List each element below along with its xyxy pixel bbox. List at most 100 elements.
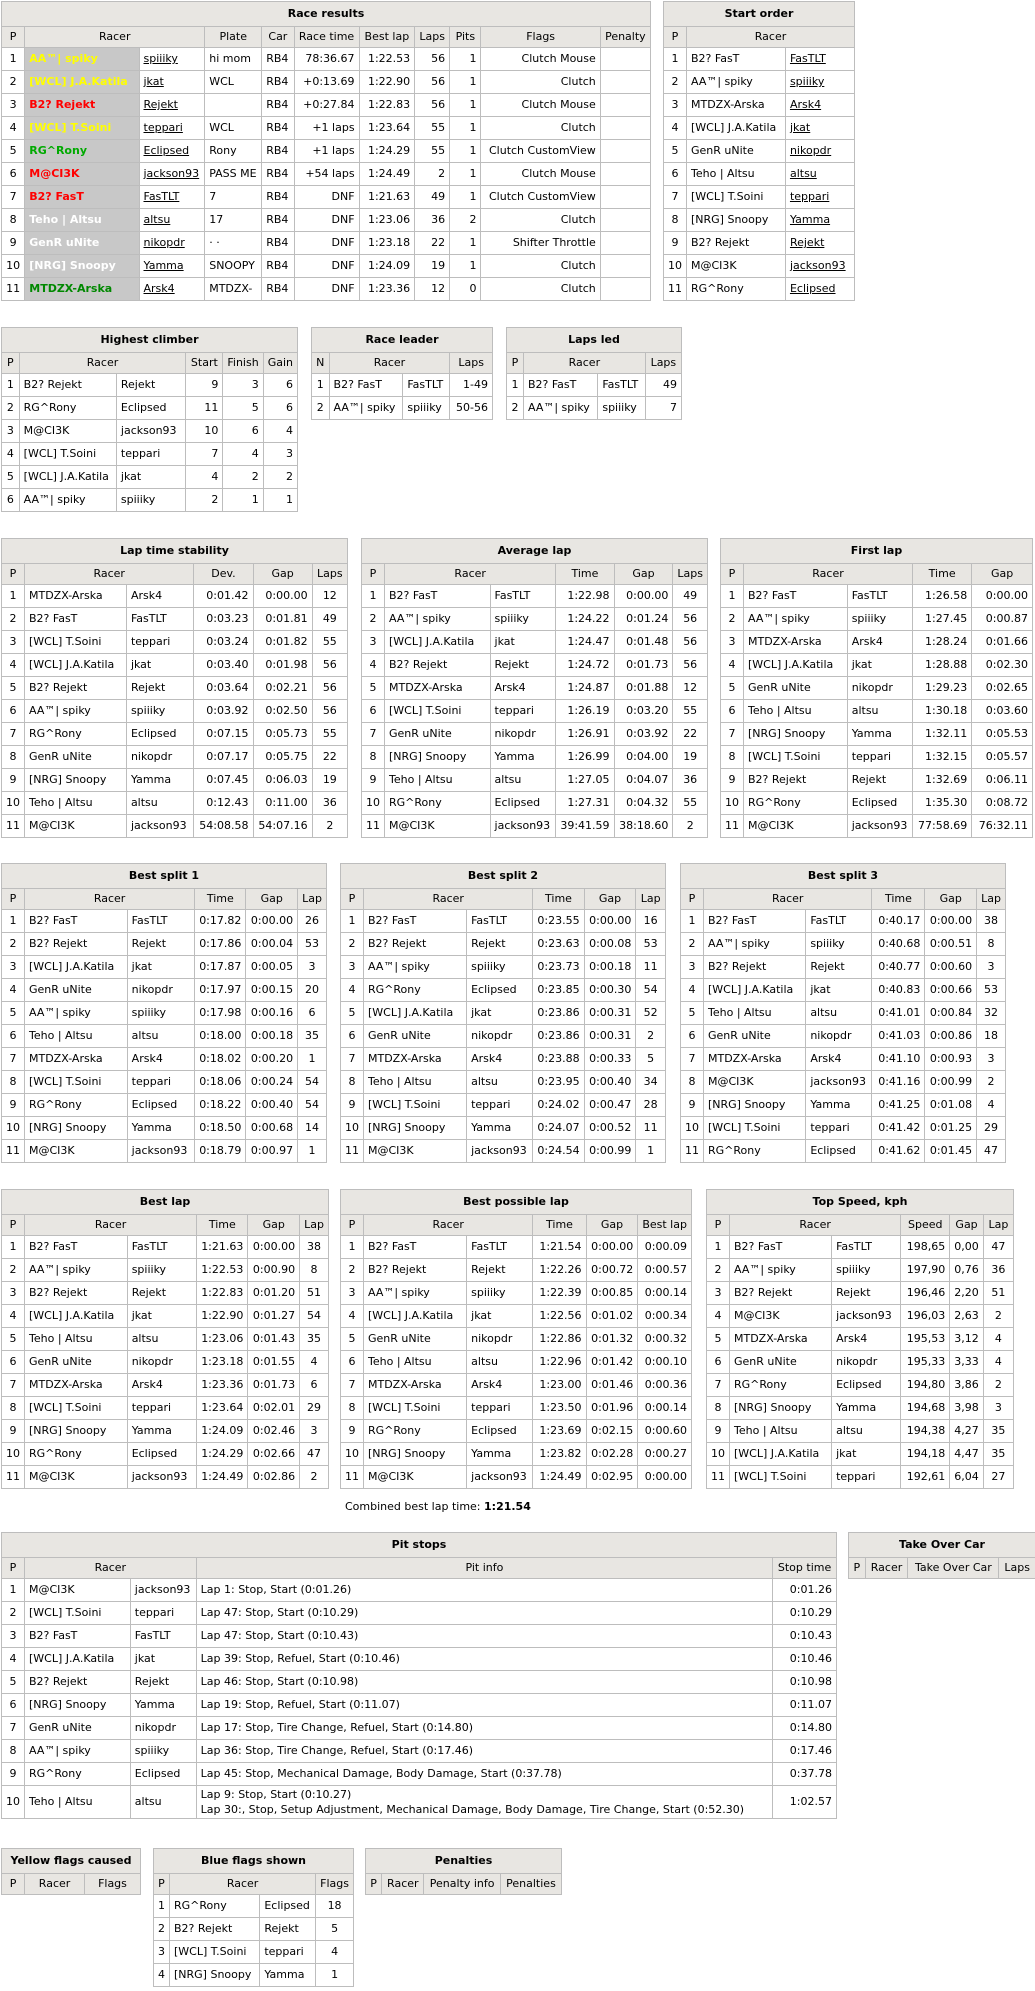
table-row: 3 [WCL] J.A.Katila jkat 0:17.87 0:00.05 3 bbox=[1, 955, 327, 979]
value-cell: 0:03.60 bbox=[971, 699, 1033, 723]
racer-profile-link[interactable]: teppari bbox=[790, 190, 829, 203]
racer-username[interactable]: teppari bbox=[138, 116, 206, 140]
racer-username[interactable]: Rejekt bbox=[138, 93, 206, 117]
racer-profile-link[interactable]: FasTLT bbox=[790, 52, 826, 65]
table-row: 6 Teho | Altsu altsu 1:30.18 0:03.60 bbox=[720, 699, 1033, 723]
racer-name: M@CI3K bbox=[24, 1465, 128, 1489]
table-row: 2 AA™| spiky spiiiky 7 bbox=[506, 396, 683, 420]
value-cell: 6 bbox=[222, 419, 264, 443]
best-lap-cell: 1:23.36 bbox=[358, 277, 416, 301]
stop-time-cell: 0:10.98 bbox=[772, 1670, 837, 1694]
table-row: 3 B2? Rejekt Rejekt 1:22.83 0:01.20 51 bbox=[1, 1281, 329, 1305]
value-cell: 2 bbox=[222, 465, 264, 489]
racer-profile-link[interactable]: altsu bbox=[144, 213, 171, 226]
position-cell: 8 bbox=[1, 1396, 25, 1420]
value-cell: 54:08.58 bbox=[193, 814, 254, 838]
value-cell: 0:00.30 bbox=[583, 978, 637, 1002]
value-cell: 0:23.86 bbox=[532, 1024, 585, 1048]
best-split-3-table: Best split 3 P Racer Time Gap Lap 1 B2? FasT Fas… bbox=[680, 863, 1006, 1163]
racer-name: MTDZX-Arska bbox=[362, 1373, 468, 1397]
racer-username[interactable]: Arsk4 bbox=[784, 93, 856, 117]
racer-username[interactable]: FasTLT bbox=[138, 185, 206, 209]
position-cell: 5 bbox=[340, 1001, 364, 1025]
racer-profile-link[interactable]: jackson93 bbox=[144, 167, 200, 180]
racer-username: jkat bbox=[115, 465, 187, 489]
racer-profile-link[interactable]: spiiiky bbox=[144, 52, 178, 65]
racer-username[interactable]: Rejekt bbox=[784, 231, 856, 255]
racer-profile-link[interactable]: spiiiky bbox=[790, 75, 824, 88]
racer-username[interactable]: FasTLT bbox=[784, 47, 856, 71]
position-cell: 1 bbox=[0, 47, 26, 71]
best-split-1-table: Best split 1 P Racer Time Gap Lap 1 B2? FasT Fas… bbox=[1, 863, 327, 1163]
racer-username[interactable]: Eclipsed bbox=[138, 139, 206, 163]
racer-username: teppari bbox=[126, 1070, 196, 1094]
laps-led-header: P Racer Laps bbox=[506, 352, 683, 374]
racer-profile-link[interactable]: Eclipsed bbox=[144, 144, 190, 157]
racer-username[interactable]: Arsk4 bbox=[138, 277, 206, 301]
racer-username[interactable]: altsu bbox=[784, 162, 856, 186]
racer-profile-link[interactable]: altsu bbox=[790, 167, 817, 180]
value-cell: 0:01.32 bbox=[585, 1327, 639, 1351]
racer-name: MTDZX-Arska bbox=[702, 1047, 807, 1071]
laps-cell: 19 bbox=[414, 254, 451, 278]
value-cell: 1 bbox=[222, 488, 264, 512]
racer-username: Yamma bbox=[466, 1442, 534, 1466]
racer-profile-link[interactable]: teppari bbox=[144, 121, 183, 134]
racer-username: spiiiky bbox=[129, 1739, 197, 1763]
table-row: 9 RG^Rony Eclipsed 0:18.22 0:00.40 54 bbox=[1, 1093, 327, 1117]
racer-profile-link[interactable]: jkat bbox=[144, 75, 164, 88]
racer-name: [WCL] T.Soini bbox=[18, 442, 117, 466]
value-cell: 38 bbox=[976, 909, 1006, 933]
racer-profile-link[interactable]: nikopdr bbox=[144, 236, 185, 249]
racer-username[interactable]: Eclipsed bbox=[784, 277, 856, 301]
racer-profile-link[interactable]: Eclipsed bbox=[790, 282, 836, 295]
racer-username: Eclipsed bbox=[805, 1139, 873, 1163]
racer-profile-link[interactable]: Yamma bbox=[790, 213, 830, 226]
racer-username[interactable]: teppari bbox=[784, 185, 856, 209]
first-lap-table: First lap P Racer Time Gap 1 B2? FasT FasTLT 1:2… bbox=[720, 538, 1033, 838]
racer-profile-link[interactable]: Arsk4 bbox=[790, 98, 821, 111]
racer-username: nikopdr bbox=[489, 722, 557, 746]
racer-username[interactable]: spiiiky bbox=[784, 70, 856, 94]
best-possible-lap-title: Best possible lap bbox=[340, 1189, 692, 1215]
col-laps: Laps bbox=[672, 563, 708, 585]
racer-profile-link[interactable]: Yamma bbox=[144, 259, 184, 272]
table-row: 9 RG^Rony Eclipsed Lap 45: Stop, Mechanical… bbox=[1, 1762, 837, 1786]
value-cell: 1:28.88 bbox=[912, 653, 973, 677]
value-cell: 1:24.29 bbox=[196, 1442, 249, 1466]
racer-name: Teho | Altsu bbox=[384, 768, 491, 792]
value-cell: 4,27 bbox=[949, 1419, 984, 1443]
racer-username: altsu bbox=[126, 1327, 198, 1351]
racer-username[interactable]: jackson93 bbox=[784, 254, 856, 278]
racer-username[interactable]: jackson93 bbox=[138, 162, 206, 186]
racer-username[interactable]: nikopdr bbox=[138, 231, 206, 255]
racer-username[interactable]: Yamma bbox=[138, 254, 206, 278]
position-cell: 9 bbox=[1, 1419, 25, 1443]
top-speed-title: Top Speed, kph bbox=[706, 1189, 1014, 1215]
racer-name: AA™| spiky bbox=[384, 607, 491, 631]
highest-climber-table: Highest climber P Racer Start Finish Gain 1 B2?… bbox=[1, 327, 299, 512]
racer-profile-link[interactable]: Rejekt bbox=[144, 98, 178, 111]
racer-profile-link[interactable]: Arsk4 bbox=[144, 282, 175, 295]
racer-username[interactable]: Yamma bbox=[784, 208, 856, 232]
racer-profile-link[interactable]: jackson93 bbox=[790, 259, 846, 272]
racer-name: B2? Rejekt bbox=[362, 932, 468, 956]
car-cell: RB4 bbox=[261, 47, 295, 71]
position-cell: 10 bbox=[1, 791, 25, 815]
position-cell: 9 bbox=[1, 1093, 25, 1117]
racer-profile-link[interactable]: nikopdr bbox=[790, 144, 831, 157]
racer-username[interactable]: spiiiky bbox=[138, 47, 206, 71]
racer-profile-link[interactable]: Rejekt bbox=[790, 236, 824, 249]
value-cell: 0:00.31 bbox=[583, 1024, 637, 1048]
racer-profile-link[interactable]: FasTLT bbox=[144, 190, 180, 203]
racer-profile-link[interactable]: jkat bbox=[790, 121, 810, 134]
racer-username: teppari bbox=[831, 1465, 902, 1489]
racer-username[interactable]: altsu bbox=[138, 208, 206, 232]
pit-info-line: Lap 46: Stop, Start (0:10.98) bbox=[200, 1675, 359, 1688]
value-cell: 53 bbox=[976, 978, 1006, 1002]
table-row: 10 Teho | Altsu altsu Lap 9: Stop, Start (0… bbox=[1, 1785, 837, 1819]
racer-username[interactable]: nikopdr bbox=[784, 139, 856, 163]
racer-username[interactable]: jkat bbox=[784, 116, 856, 140]
race-time-cell: +0:13.69 bbox=[293, 70, 360, 94]
racer-username[interactable]: jkat bbox=[138, 70, 206, 94]
